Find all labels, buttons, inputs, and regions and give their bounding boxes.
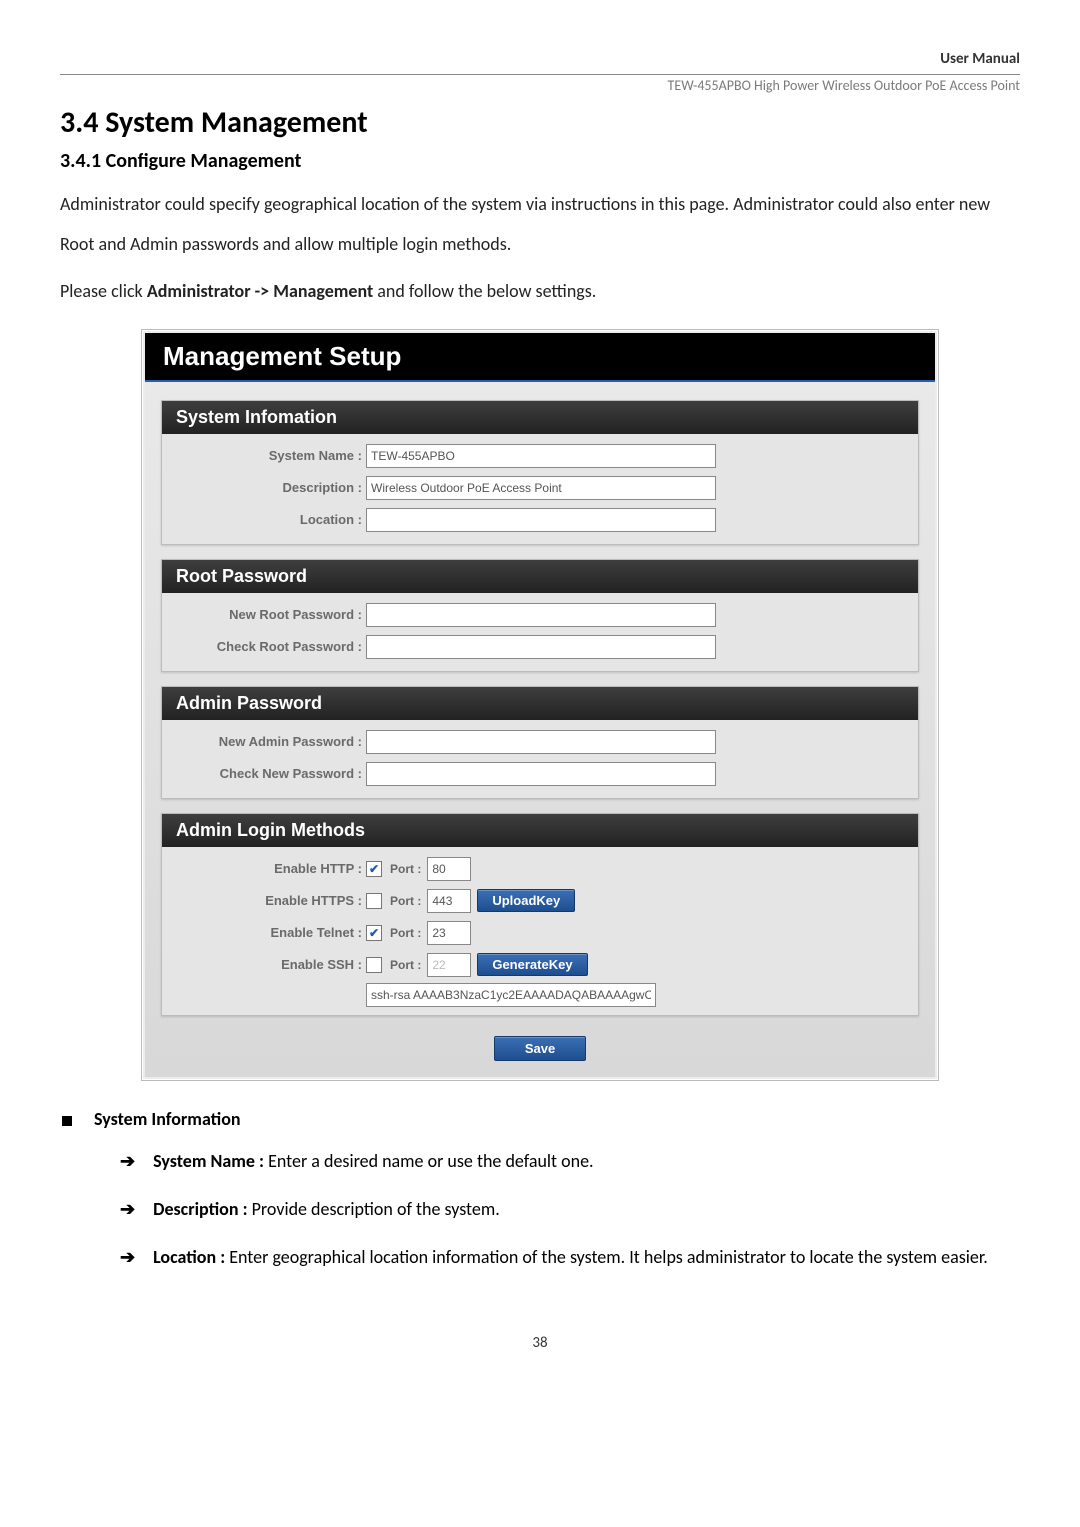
intro-paragraph-1: Administrator could specify geographical… [60,185,1020,264]
http-port-input[interactable] [427,857,471,881]
section-title: 3.4 System Management [60,104,1020,141]
enable-telnet-label: Enable Telnet [162,925,366,940]
ssh-key-input[interactable] [366,983,656,1007]
new-root-password-label: New Root Password [162,607,366,622]
enable-http-label: Enable HTTP [162,861,366,876]
page-number: 38 [60,1334,1020,1352]
enable-telnet-checkbox[interactable]: ✔ [366,925,382,941]
enable-http-checkbox[interactable]: ✔ [366,861,382,877]
header-user-manual: User Manual [60,50,1020,68]
location-input[interactable] [366,508,716,532]
list-item: ➔ System Name : Enter a desired name or … [120,1144,1020,1178]
check-new-password-label: Check New Password [162,766,366,781]
enable-ssh-checkbox[interactable] [366,957,382,973]
list-heading-row: System Information [60,1108,1020,1130]
arrow-icon: ➔ [120,1240,135,1274]
ssh-port-input[interactable] [427,953,471,977]
subsection-title: 3.4.1 Configure Management [60,149,1020,173]
intro-paragraph-2: Please click Administrator -> Management… [60,272,1020,312]
intro2-bold: Administrator -> Management [147,280,373,302]
list-item-bold: Description : [153,1198,247,1220]
new-admin-password-label: New Admin Password [162,734,366,749]
header-divider [60,74,1020,75]
square-bullet-icon [62,1116,72,1126]
list-item-text: Enter geographical location information … [225,1246,988,1268]
enable-ssh-label: Enable SSH [162,957,366,972]
check-root-password-label: Check Root Password [162,639,366,654]
description-input[interactable] [366,476,716,500]
telnet-port-input[interactable] [427,921,471,945]
list-item: ➔ Description : Provide description of t… [120,1192,1020,1226]
enable-https-label: Enable HTTPS [162,893,366,908]
admin-password-head: Admin Password [162,687,918,720]
system-information-head: System Infomation [162,401,918,434]
system-information-section: System Infomation System Name Descriptio… [161,400,919,545]
new-root-password-input[interactable] [366,603,716,627]
telnet-port-label: Port : [390,926,421,940]
system-name-label: System Name [162,448,366,463]
root-password-section: Root Password New Root Password Check Ro… [161,559,919,672]
upload-key-button[interactable]: UploadKey [477,889,575,912]
https-port-input[interactable] [427,889,471,913]
description-label: Description [162,480,366,495]
list-heading: System Information [94,1108,241,1130]
enable-https-checkbox[interactable] [366,893,382,909]
list-item-bold: System Name : [153,1150,264,1172]
list-item: ➔ Location : Enter geographical location… [120,1240,1020,1274]
list-item-text: Enter a desired name or use the default … [264,1150,594,1172]
list-item-bold: Location : [153,1246,225,1268]
intro2-post: and follow the below settings. [373,280,596,302]
https-port-label: Port : [390,894,421,908]
root-password-head: Root Password [162,560,918,593]
http-port-label: Port : [390,862,421,876]
intro2-pre: Please click [60,280,147,302]
list-item-text: Provide description of the system. [248,1198,500,1220]
check-root-password-input[interactable] [366,635,716,659]
ssh-port-label: Port : [390,958,421,972]
admin-login-methods-head: Admin Login Methods [162,814,918,847]
check-new-password-input[interactable] [366,762,716,786]
new-admin-password-input[interactable] [366,730,716,754]
system-name-input[interactable] [366,444,716,468]
save-button[interactable]: Save [494,1036,586,1061]
user-manual-label: User Manual [940,50,1020,68]
location-label: Location [162,512,366,527]
panel-title: Management Setup [145,333,935,382]
admin-password-section: Admin Password New Admin Password Check … [161,686,919,799]
generate-key-button[interactable]: GenerateKey [477,953,587,976]
arrow-icon: ➔ [120,1144,135,1178]
admin-login-methods-section: Admin Login Methods Enable HTTP ✔ Port :… [161,813,919,1016]
management-setup-panel: Management Setup System Infomation Syste… [142,330,938,1080]
product-line: TEW-455APBO High Power Wireless Outdoor … [60,77,1020,94]
arrow-icon: ➔ [120,1192,135,1226]
